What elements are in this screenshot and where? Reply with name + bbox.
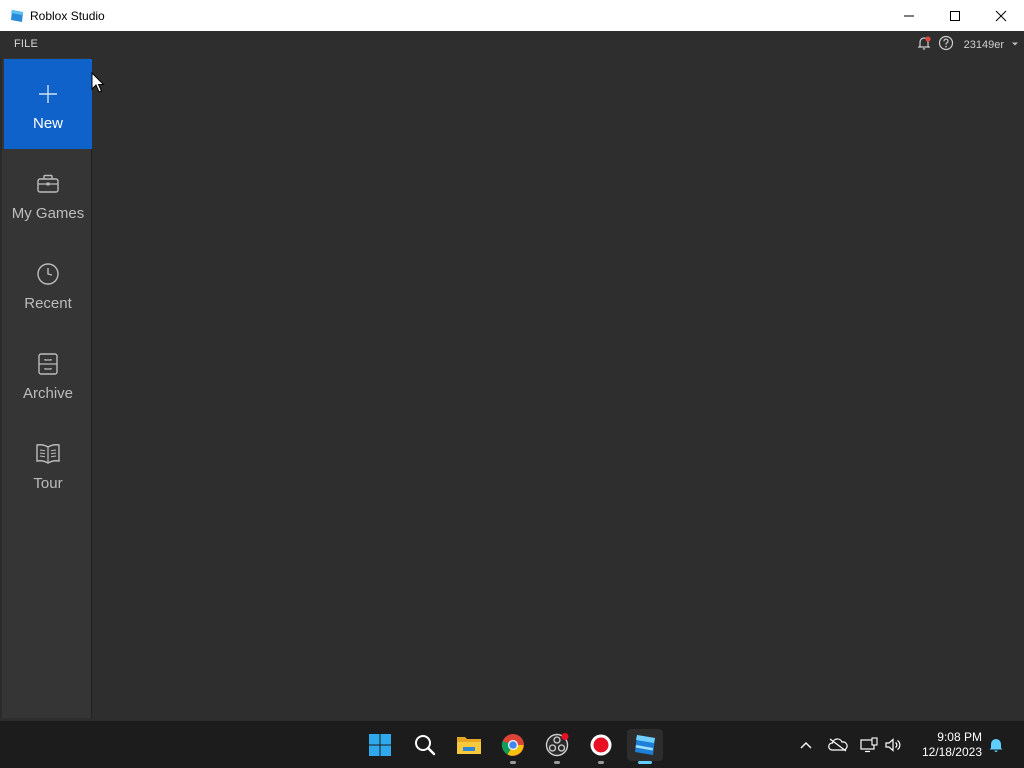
notification-bell-icon[interactable] <box>916 35 932 56</box>
running-indicator <box>510 761 516 764</box>
recorder-button[interactable] <box>585 729 617 764</box>
sidebar-item-archive[interactable]: Archive <box>4 329 92 419</box>
obs-icon <box>545 733 569 757</box>
roblox-studio-logo-icon <box>11 9 23 22</box>
network-button[interactable] <box>859 733 879 757</box>
chrome-button[interactable] <box>497 729 529 764</box>
sidebar-item-new[interactable]: New <box>4 59 92 149</box>
clock-time: 9:08 PM <box>937 730 982 744</box>
start-page-sidebar: New My Games Recent Archive Tour <box>0 58 92 718</box>
roblox-studio-icon <box>635 735 655 755</box>
clock[interactable]: 9:08 PM 12/18/2023 <box>922 730 982 760</box>
windows-start-icon <box>369 734 391 756</box>
clock-date: 12/18/2023 <box>921 745 982 759</box>
sidebar-item-label: My Games <box>11 205 85 222</box>
mouse-cursor-icon <box>91 72 105 93</box>
volume-icon <box>885 738 901 752</box>
close-button[interactable] <box>978 0 1024 31</box>
book-icon <box>35 441 61 467</box>
onedrive-button[interactable] <box>827 733 849 757</box>
taskbar: 9:08 PM 12/18/2023 <box>0 720 1024 768</box>
username-label[interactable]: 23149er <box>964 39 1004 51</box>
search-button[interactable] <box>409 729 441 761</box>
search-icon <box>415 735 436 756</box>
help-icon[interactable] <box>938 35 954 56</box>
sidebar-item-label: Archive <box>22 385 74 402</box>
volume-button[interactable] <box>883 733 903 757</box>
sidebar-item-label: Recent <box>24 295 72 312</box>
windows-start-button[interactable] <box>364 729 396 761</box>
main-content <box>92 58 1024 720</box>
sidebar-item-label: Tour <box>33 475 63 492</box>
file-menu[interactable]: FILE <box>14 38 38 50</box>
maximize-icon <box>950 10 960 21</box>
sidebar-item-my-games[interactable]: My Games <box>4 149 92 239</box>
minimize-button[interactable] <box>886 0 932 31</box>
window-controls <box>886 0 1024 31</box>
file-explorer-button[interactable] <box>453 729 485 761</box>
plus-icon <box>35 81 61 107</box>
running-indicator <box>598 761 604 764</box>
sidebar-item-recent[interactable]: Recent <box>4 239 92 329</box>
network-icon <box>860 737 878 753</box>
notification-center-button[interactable] <box>986 733 1006 757</box>
active-indicator <box>638 761 652 764</box>
maximize-button[interactable] <box>932 0 978 31</box>
account-area: 23149er <box>916 35 1020 55</box>
close-icon <box>995 10 1007 21</box>
record-icon <box>590 734 612 756</box>
sidebar-item-tour[interactable]: Tour <box>4 419 92 509</box>
obs-button[interactable] <box>541 729 573 764</box>
onedrive-offline-icon <box>828 738 848 752</box>
title-bar: Roblox Studio <box>0 0 1024 31</box>
chrome-icon <box>501 734 524 756</box>
running-indicator <box>554 761 560 764</box>
window-title: Roblox Studio <box>30 8 105 23</box>
chevron-up-icon <box>800 742 812 749</box>
file-explorer-icon <box>457 737 481 754</box>
notification-icon <box>989 739 1003 752</box>
chevron-down-icon[interactable] <box>1010 36 1020 54</box>
roblox-studio-button[interactable] <box>627 729 663 764</box>
sidebar-item-label: New <box>32 115 63 132</box>
clock-icon <box>35 261 61 287</box>
show-hidden-icons-button[interactable] <box>796 733 816 757</box>
minimize-icon <box>904 15 914 16</box>
menu-bar: FILE 23149er <box>0 31 1024 58</box>
archive-icon <box>35 351 61 377</box>
briefcase-icon <box>35 171 61 197</box>
